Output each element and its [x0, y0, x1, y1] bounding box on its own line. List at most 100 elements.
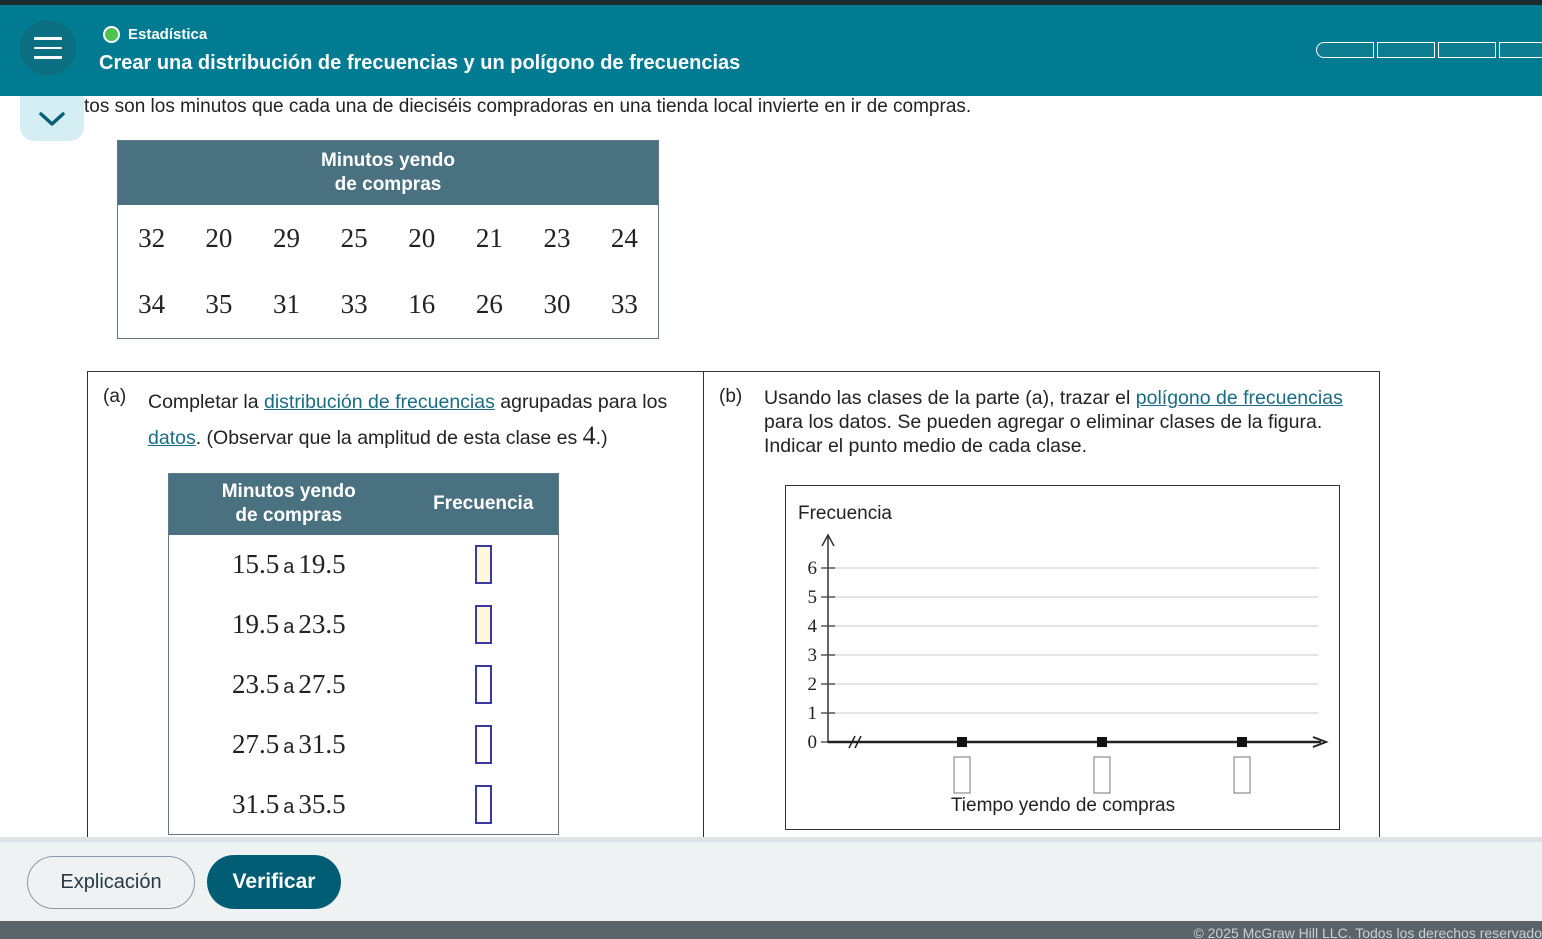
- data-cell: 20: [205, 222, 233, 253]
- class-connector: a: [283, 556, 295, 578]
- y-tick-label: 3: [808, 645, 818, 666]
- data-cell: 30: [543, 289, 571, 320]
- progress-segment: [1377, 42, 1435, 58]
- part-a-text-2: agrupadas para los: [494, 391, 668, 413]
- y-tick-label: 2: [808, 674, 818, 695]
- data-cell: 29: [273, 222, 301, 253]
- part-a-text: Completar la distribución de frecuencias…: [148, 386, 698, 455]
- y-tick-label: 1: [808, 703, 818, 724]
- class-upper-bound: 19.5: [298, 549, 346, 579]
- data-table-row: 34 35 31 33 16 26 30 33: [118, 272, 659, 339]
- freq-row: 27.5 a 31.5: [169, 715, 559, 775]
- class-lower-bound: 31.5: [231, 788, 280, 819]
- chevron-down-icon: [39, 111, 65, 126]
- frequency-cell: [409, 655, 559, 715]
- class-connector: a: [283, 736, 295, 758]
- frequency-input[interactable]: [474, 605, 492, 644]
- midpoint-input[interactable]: [1233, 756, 1251, 794]
- progress-bar: [1316, 42, 1542, 58]
- data-cell: 24: [610, 222, 638, 253]
- class-interval: 15.5 a 19.5: [169, 535, 409, 595]
- midpoint-input[interactable]: [953, 756, 971, 794]
- progress-segment: [1438, 42, 1496, 58]
- class-width-value: 4: [582, 421, 596, 450]
- part-a-text-1: Completar la: [148, 391, 264, 413]
- part-a-text-3: . (Observar que la amplitud de esta clas…: [195, 427, 583, 449]
- data-cell: 25: [340, 222, 368, 253]
- y-tick-label: 6: [808, 558, 818, 579]
- data-cell: 31: [273, 289, 301, 320]
- graph-svg[interactable]: Frecuencia 0 1 2 3 4 5 6 Tiempo yendo de compr…: [786, 486, 1341, 831]
- data-table: Minutos yendo de compras 32 20 29 25 20 21 23 24…: [117, 140, 659, 339]
- frequency-cell: [409, 715, 559, 775]
- data-cell: 21: [475, 222, 503, 253]
- part-b-text-2: para los datos. Se pueden agregar o elim…: [764, 411, 1323, 457]
- freq-row: 23.5 a 27.5: [169, 655, 559, 715]
- data-cell: 32: [138, 222, 166, 253]
- data-table-header: Minutos yendo de compras: [117, 140, 659, 205]
- class-upper-bound: 23.5: [298, 609, 346, 639]
- question-divider: [703, 371, 704, 841]
- progress-segment: [1499, 42, 1542, 58]
- hamburger-icon: [34, 37, 62, 40]
- class-interval: 19.5 a 23.5: [169, 595, 409, 655]
- y-axis-label: Frecuencia: [798, 503, 892, 524]
- class-interval: 31.5 a 35.5: [169, 775, 409, 835]
- status-dot-icon: [103, 26, 120, 43]
- explanation-button[interactable]: Explicación: [27, 856, 195, 909]
- class-connector: a: [283, 616, 295, 638]
- x-marker-handle[interactable]: [957, 737, 967, 747]
- part-b-text: Usando las clases de la parte (a), traza…: [764, 386, 1369, 458]
- class-upper-bound: 31.5: [298, 729, 346, 759]
- hamburger-icon: [34, 46, 62, 50]
- class-upper-bound: 35.5: [298, 788, 346, 819]
- class-upper-bound: 27.5: [298, 669, 346, 699]
- subject-text: Estadística: [128, 26, 208, 43]
- page-title: Crear una distribución de frecuencias y …: [99, 52, 741, 74]
- data-cell: 33: [610, 289, 638, 320]
- class-lower-bound: 19.5: [231, 609, 280, 639]
- freq-row: 31.5 a 35.5: [169, 775, 559, 835]
- frequency-polygon-graph[interactable]: Frecuencia 0 1 2 3 4 5 6 Tiempo yendo de compr…: [785, 485, 1340, 830]
- verify-button[interactable]: Verificar: [207, 855, 341, 909]
- frequency-cell: [409, 775, 559, 835]
- x-axis-label: Tiempo yendo de compras: [951, 795, 1175, 816]
- data-cell: 26: [475, 289, 503, 320]
- frequency-table: Minutos yendo de compras Frecuencia 15.5 a…: [168, 473, 559, 835]
- data-cell: 20: [408, 222, 436, 253]
- part-b-label: (b): [719, 386, 743, 407]
- frequency-cell: [409, 535, 559, 595]
- data-cell: 33: [340, 289, 368, 320]
- y-tick-label: 0: [808, 732, 818, 753]
- data-cell: 16: [408, 289, 436, 320]
- intro-text: tos son los minutos que cada una de diec…: [84, 96, 972, 117]
- freq-col-header-minutes: Minutos yendo de compras: [168, 473, 409, 535]
- hamburger-icon: [34, 56, 62, 59]
- frequency-distribution-link[interactable]: distribución de frecuencias: [264, 391, 495, 413]
- data-cell: 35: [205, 289, 233, 320]
- freq-col-header-frequency: Frecuencia: [408, 473, 559, 535]
- collapse-button[interactable]: [20, 96, 84, 141]
- x-marker-handle[interactable]: [1097, 737, 1107, 747]
- frequency-input[interactable]: [474, 784, 492, 824]
- x-marker-handle[interactable]: [1237, 737, 1247, 747]
- class-interval: 27.5 a 31.5: [169, 715, 409, 775]
- midpoint-input[interactable]: [1093, 756, 1111, 794]
- menu-button[interactable]: [20, 20, 76, 76]
- frequency-input[interactable]: [474, 665, 492, 704]
- part-a-label: (a): [103, 386, 127, 407]
- frequency-polygon-link[interactable]: polígono de frecuencias: [1136, 387, 1343, 409]
- y-tick-label: 4: [808, 616, 818, 637]
- frequency-cell: [409, 595, 559, 655]
- class-lower-bound: 15.5: [231, 549, 280, 579]
- header-bar: Estadística Crear una distribución de fr…: [0, 5, 1542, 96]
- frequency-input[interactable]: [474, 725, 492, 764]
- freq-row: 15.5 a 19.5: [169, 535, 559, 595]
- data-link[interactable]: datos: [148, 427, 196, 449]
- class-lower-bound: 27.5: [231, 729, 280, 759]
- y-tick-label: 5: [808, 587, 818, 608]
- class-lower-bound: 23.5: [231, 669, 280, 699]
- frequency-input[interactable]: [474, 545, 492, 584]
- class-connector: a: [283, 676, 295, 698]
- freq-row: 19.5 a 23.5: [169, 595, 559, 655]
